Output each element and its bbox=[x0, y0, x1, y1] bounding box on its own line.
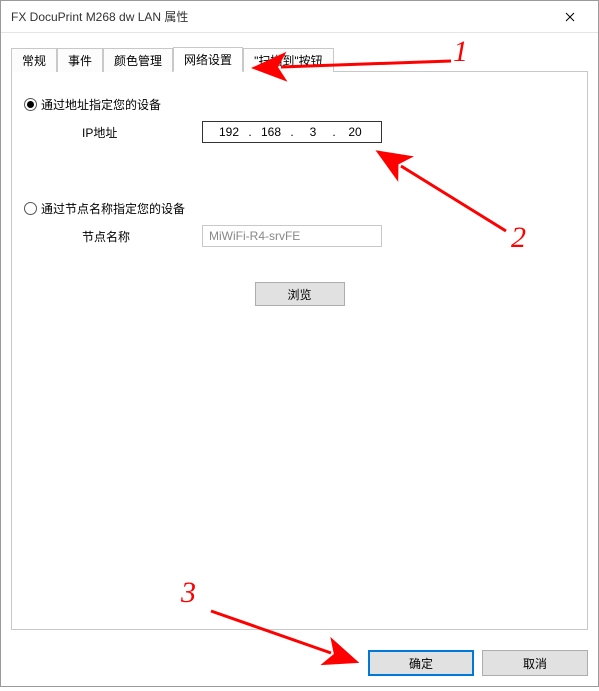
node-field-row: 节点名称 MiWiFi-R4-srvFE bbox=[82, 225, 382, 247]
ip-label: IP地址 bbox=[82, 124, 202, 141]
node-name-input[interactable]: MiWiFi-R4-srvFE bbox=[202, 225, 382, 247]
node-name-label: 节点名称 bbox=[82, 228, 202, 245]
ip-address-input[interactable]: 192 . 168 . 3 . 20 bbox=[202, 121, 382, 143]
browse-wrap: 浏览 bbox=[12, 282, 587, 306]
tab-network-settings[interactable]: 网络设置 bbox=[173, 47, 243, 72]
group-specify-by-ip: 通过地址指定您的设备 IP地址 192 . 168 . 3 . 20 bbox=[12, 96, 382, 143]
dialog-footer: 确定 取消 bbox=[368, 650, 588, 676]
tab-color-management[interactable]: 颜色管理 bbox=[103, 48, 173, 72]
radio-by-ip-label: 通过地址指定您的设备 bbox=[41, 96, 161, 113]
tab-container: 常规 事件 颜色管理 网络设置 "扫描到"按钮 通过地址指定您的设备 IP地址 … bbox=[11, 49, 588, 630]
ip-octet-2[interactable]: 168 bbox=[253, 125, 289, 139]
titlebar: FX DocuPrint M268 dw LAN 属性 bbox=[1, 1, 598, 33]
cancel-button[interactable]: 取消 bbox=[482, 650, 588, 676]
ip-octet-1[interactable]: 192 bbox=[211, 125, 247, 139]
ip-octet-4[interactable]: 20 bbox=[337, 125, 373, 139]
group-specify-by-node: 通过节点名称指定您的设备 节点名称 MiWiFi-R4-srvFE bbox=[12, 200, 382, 247]
radio-by-ip[interactable]: 通过地址指定您的设备 bbox=[24, 96, 382, 113]
ip-octet-3[interactable]: 3 bbox=[295, 125, 331, 139]
tabpanel-network: 通过地址指定您的设备 IP地址 192 . 168 . 3 . 20 bbox=[11, 71, 588, 630]
properties-dialog: FX DocuPrint M268 dw LAN 属性 常规 事件 颜色管理 网… bbox=[0, 0, 599, 687]
radio-icon bbox=[24, 202, 37, 215]
tab-events[interactable]: 事件 bbox=[57, 48, 103, 72]
radio-icon bbox=[24, 98, 37, 111]
close-icon[interactable] bbox=[550, 3, 590, 31]
radio-by-node-label: 通过节点名称指定您的设备 bbox=[41, 200, 185, 217]
node-name-value: MiWiFi-R4-srvFE bbox=[209, 229, 300, 243]
window-title: FX DocuPrint M268 dw LAN 属性 bbox=[11, 8, 550, 25]
tab-general[interactable]: 常规 bbox=[11, 48, 57, 72]
tab-scan-to-button[interactable]: "扫描到"按钮 bbox=[243, 48, 334, 72]
ok-button[interactable]: 确定 bbox=[368, 650, 474, 676]
ip-field-row: IP地址 192 . 168 . 3 . 20 bbox=[82, 121, 382, 143]
browse-button[interactable]: 浏览 bbox=[255, 282, 345, 306]
tabstrip: 常规 事件 颜色管理 网络设置 "扫描到"按钮 bbox=[11, 49, 588, 71]
radio-by-node[interactable]: 通过节点名称指定您的设备 bbox=[24, 200, 382, 217]
